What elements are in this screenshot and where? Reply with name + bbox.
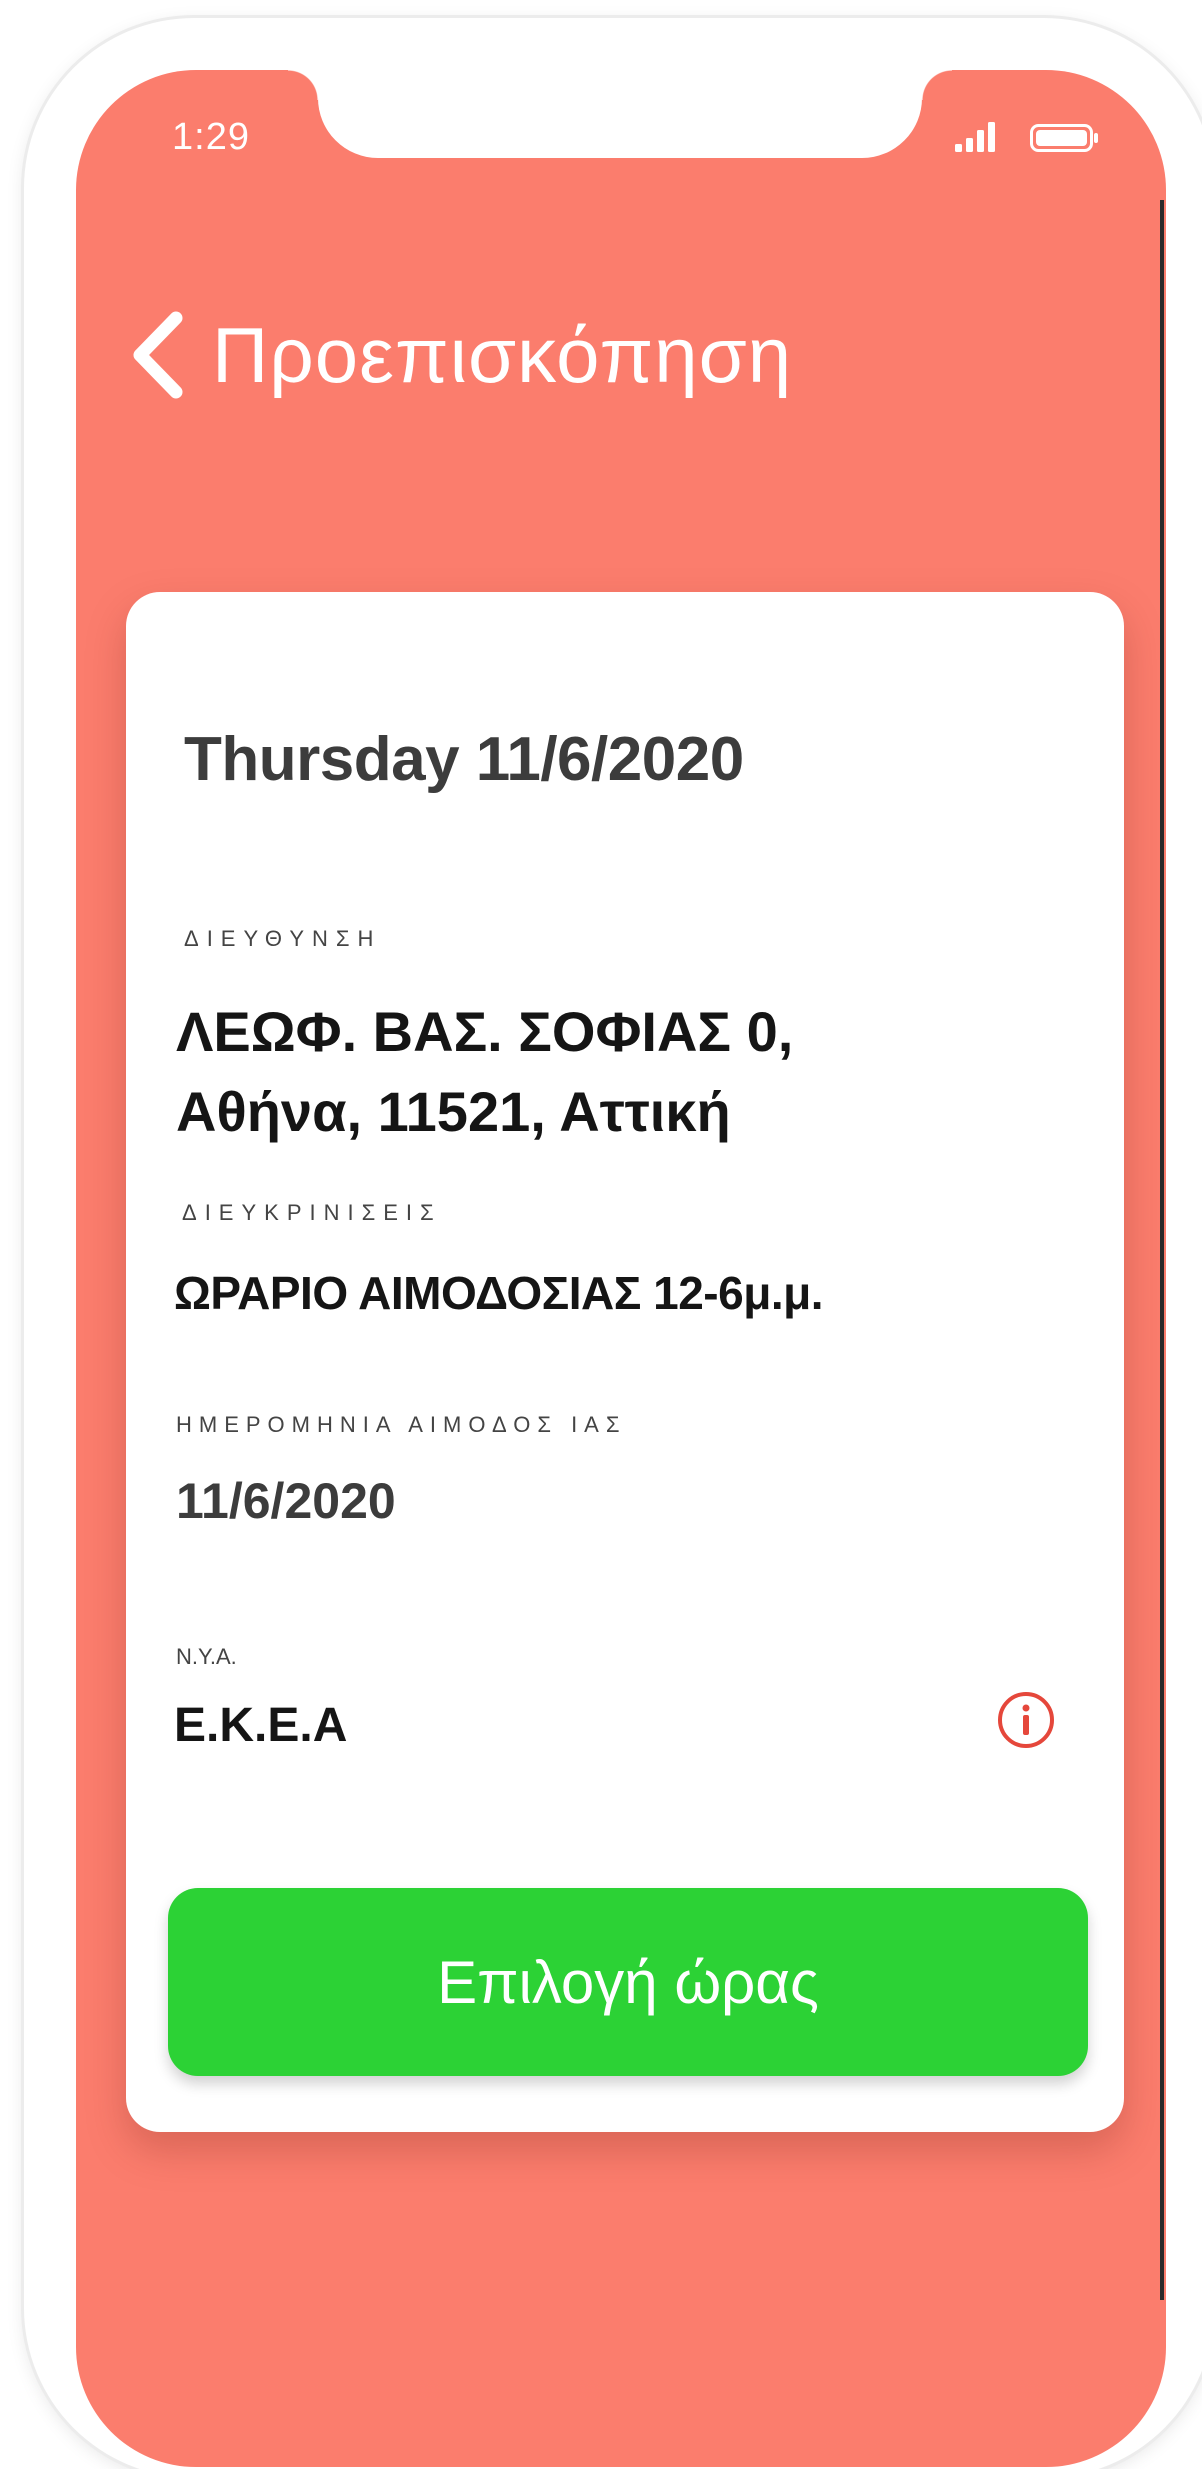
address-value: ΛΕΩΦ. ΒΑΣ. ΣΟΦΙΑΣ 0, Αθήνα, 11521, Αττικ…: [176, 992, 1056, 1152]
donation-date-value: 11/6/2020: [176, 1473, 396, 1529]
chevron-left-icon: [133, 311, 183, 399]
back-button[interactable]: Προεπισκόπηση: [130, 300, 792, 410]
page-title: Προεπισκόπηση: [212, 310, 793, 399]
address-line-1: ΛΕΩΦ. ΒΑΣ. ΣΟΦΙΑΣ 0,: [176, 1000, 794, 1063]
date-heading: Thursday 11/6/2020: [184, 725, 744, 794]
select-time-button[interactable]: Επιλογή ώρας: [168, 1888, 1088, 2076]
screen-edge: [1160, 200, 1164, 2300]
signal-bars-icon: [955, 122, 995, 152]
nya-value: E.K.E.A: [174, 1699, 348, 1752]
status-time: 1:29: [172, 116, 250, 158]
appointment-card: Thursday 11/6/2020 ΔΙΕΥΘΥΝΣΗ ΛΕΩΦ. ΒΑΣ. …: [126, 592, 1124, 2132]
nya-label: N.Y.A.: [176, 1644, 237, 1669]
address-label: ΔΙΕΥΘΥΝΣΗ: [184, 926, 382, 951]
battery-icon: [1030, 124, 1098, 152]
notes-label: ΔΙΕΥΚΡΙΝΙΣΕΙΣ: [182, 1200, 442, 1225]
phone-notch: [288, 70, 952, 158]
info-button[interactable]: [996, 1690, 1056, 1750]
notes-value: ΩΡΑΡΙΟ ΑΙΜΟΔΟΣΙΑΣ 12-6μ.μ.: [174, 1267, 824, 1319]
address-line-2: Αθήνα, 11521, Αττική: [176, 1080, 731, 1143]
info-icon: [998, 1692, 1054, 1748]
donation-date-label: ΗΜΕΡΟΜΗΝΙΑ ΑΙΜΟΔΟΣ ΙΑΣ: [176, 1412, 627, 1437]
